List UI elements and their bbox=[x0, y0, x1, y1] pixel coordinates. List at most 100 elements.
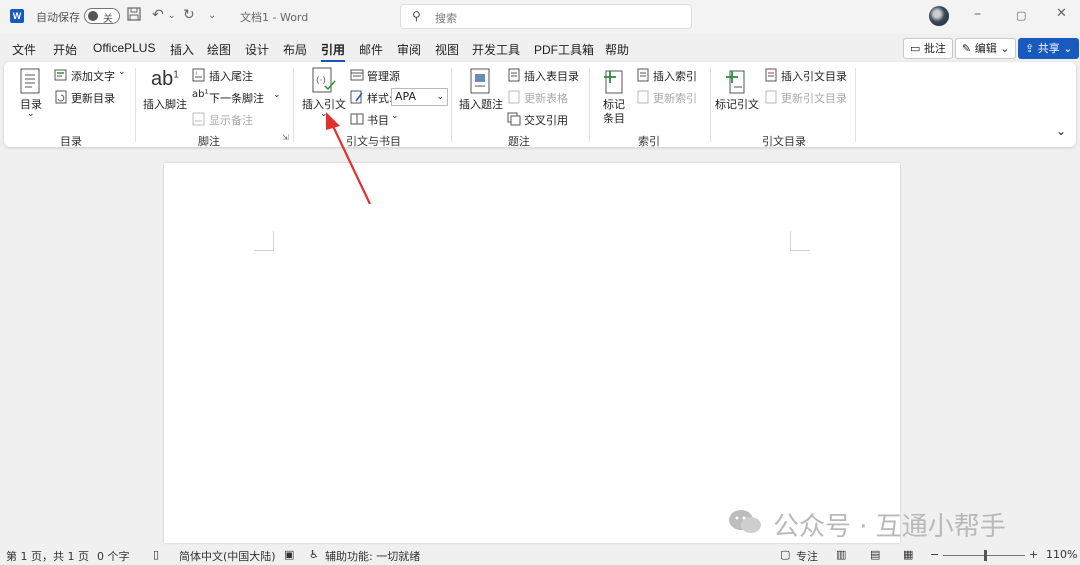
cross-reference-icon bbox=[507, 112, 521, 126]
tab-mailings[interactable]: 邮件 bbox=[359, 41, 383, 58]
zoom-in-button[interactable]: + bbox=[1029, 548, 1038, 561]
dialog-launcher-icon[interactable]: ⇲ bbox=[282, 133, 289, 142]
insert-toa-button[interactable]: 插入引文目录 bbox=[781, 68, 847, 84]
tab-help[interactable]: 帮助 bbox=[605, 41, 629, 58]
tab-view[interactable]: 视图 bbox=[435, 41, 459, 58]
proofing-icon[interactable]: ▯ bbox=[153, 548, 159, 561]
language[interactable]: 简体中文(中国大陆) bbox=[179, 548, 276, 564]
insert-table-of-figures-button[interactable]: 插入表目录 bbox=[524, 68, 579, 84]
minimize-button[interactable]: – bbox=[974, 6, 981, 22]
page-info[interactable]: 第 1 页，共 1 页 bbox=[6, 548, 89, 564]
next-footnote-icon: ab¹ bbox=[192, 89, 209, 100]
chevron-down-icon: ⌄ bbox=[1063, 42, 1073, 55]
update-toc-button[interactable]: 更新目录 bbox=[71, 90, 115, 106]
manage-sources-button[interactable]: 管理源 bbox=[367, 68, 400, 84]
tab-insert[interactable]: 插入 bbox=[170, 41, 194, 58]
redo-icon[interactable]: ↻ bbox=[183, 7, 195, 23]
style-icon bbox=[350, 90, 364, 104]
tab-draw[interactable]: 绘图 bbox=[207, 41, 231, 58]
web-layout-icon[interactable]: ▦ bbox=[903, 548, 913, 561]
text-predictions-icon[interactable]: ▣ bbox=[284, 548, 294, 561]
insert-endnote-button[interactable]: 插入尾注 bbox=[209, 68, 253, 84]
divider bbox=[451, 68, 452, 142]
tab-references[interactable]: 引用 bbox=[321, 41, 346, 62]
chevron-down-icon[interactable]: ⌄ bbox=[118, 67, 126, 77]
chevron-down-icon[interactable]: ⌄ bbox=[273, 90, 281, 100]
document-title: 文档1 - Word bbox=[240, 11, 309, 24]
footnote-icon[interactable]: ab1 bbox=[151, 68, 179, 91]
mark-entry-line2[interactable]: 条目 bbox=[603, 110, 625, 126]
chevron-down-icon: ⌄ bbox=[1000, 42, 1010, 55]
insert-index-button[interactable]: 插入索引 bbox=[653, 68, 697, 84]
update-toa-icon bbox=[764, 90, 778, 104]
tab-layout[interactable]: 布局 bbox=[283, 41, 307, 58]
show-notes-icon bbox=[192, 112, 206, 126]
zoom-level[interactable]: 110% bbox=[1046, 548, 1077, 561]
undo-dropdown-icon[interactable]: ⌄ bbox=[168, 11, 176, 21]
group-label-index: 索引 bbox=[638, 135, 660, 148]
status-bar: 第 1 页，共 1 页 0 个字 ▯ 简体中文(中国大陆) ▣ ♿ 辅助功能: … bbox=[0, 545, 1080, 565]
toc-icon[interactable] bbox=[19, 68, 43, 99]
autosave-label: 自动保存 bbox=[36, 11, 80, 24]
collapse-ribbon-icon[interactable]: ⌄ bbox=[1056, 124, 1066, 138]
ribbon: 目录 ⌄ 添加文字 ⌄ 更新目录 目录 ab1 插入脚注 i 插入尾注 ab¹ … bbox=[4, 62, 1076, 148]
search-box[interactable]: ⚲ 搜索 bbox=[400, 4, 692, 29]
tab-review[interactable]: 审阅 bbox=[397, 41, 421, 58]
mark-citation-icon[interactable] bbox=[724, 67, 750, 98]
autosave-toggle[interactable]: 关 bbox=[84, 8, 120, 25]
citation-style-value: APA bbox=[395, 90, 416, 103]
zoom-slider-thumb[interactable] bbox=[984, 550, 987, 561]
share-button[interactable]: ⇪ 共享 ⌄ bbox=[1018, 38, 1080, 59]
maximize-button[interactable]: ▢ bbox=[1016, 9, 1026, 22]
watermark-text: 公众号 · 互通小帮手 bbox=[773, 512, 1006, 542]
margin-corner-top-right bbox=[790, 231, 810, 251]
margin-corner-top-left bbox=[254, 231, 274, 251]
tab-file[interactable]: 文件 bbox=[12, 41, 36, 58]
chevron-down-icon[interactable]: ⌄ bbox=[391, 111, 399, 121]
word-count[interactable]: 0 个字 bbox=[97, 548, 130, 564]
zoom-out-button[interactable]: − bbox=[930, 548, 939, 561]
mark-entry-icon[interactable] bbox=[602, 67, 626, 98]
share-label: 共享 bbox=[1037, 42, 1060, 55]
tab-pdf-tools[interactable]: PDF工具箱 bbox=[534, 41, 594, 58]
tab-design[interactable]: 设计 bbox=[245, 41, 269, 58]
comments-button[interactable]: ▭ 批注 bbox=[903, 38, 953, 59]
insert-caption-button[interactable]: 插入题注 bbox=[459, 96, 503, 112]
next-footnote-button[interactable]: 下一条脚注 bbox=[209, 90, 264, 106]
group-label-captions: 题注 bbox=[508, 135, 530, 148]
editing-label: 编辑 bbox=[974, 42, 997, 55]
read-mode-icon[interactable]: ▥ bbox=[836, 548, 846, 561]
accessibility-status[interactable]: 辅助功能: 一切就绪 bbox=[325, 548, 420, 564]
citation-style-select[interactable]: APA ⌄ bbox=[391, 88, 448, 106]
focus-icon: ▢ bbox=[780, 548, 791, 561]
tab-home[interactable]: 开始 bbox=[53, 41, 77, 58]
insert-index-icon bbox=[636, 68, 650, 82]
update-toc-icon bbox=[54, 90, 68, 104]
update-index-icon bbox=[636, 90, 650, 104]
insert-citation-icon[interactable]: (·) bbox=[311, 67, 337, 98]
customize-toolbar-icon[interactable]: ⌄ bbox=[208, 10, 216, 21]
update-table-button: 更新表格 bbox=[524, 92, 568, 105]
document-page[interactable] bbox=[164, 163, 900, 543]
title-bar: W 自动保存 关 ↶ ⌄ ↻ ⌄ 文档1 - Word ⚲ 搜索 – ▢ ✕ bbox=[0, 0, 1080, 34]
focus-button[interactable]: 专注 bbox=[796, 548, 818, 564]
insert-footnote-button[interactable]: 插入脚注 bbox=[143, 96, 187, 112]
tab-officeplus[interactable]: OfficePLUS bbox=[93, 41, 155, 55]
undo-icon[interactable]: ↶ bbox=[152, 7, 164, 23]
cross-reference-button[interactable]: 交叉引用 bbox=[524, 112, 568, 128]
chevron-down-icon[interactable]: ⌄ bbox=[27, 109, 35, 119]
pencil-icon: ✎ bbox=[962, 42, 972, 55]
update-table-icon bbox=[507, 90, 521, 104]
insert-caption-icon[interactable] bbox=[469, 68, 493, 99]
editing-button[interactable]: ✎ 编辑 ⌄ bbox=[955, 38, 1017, 59]
add-text-button[interactable]: 添加文字 bbox=[71, 68, 115, 84]
print-layout-icon[interactable]: ▤ bbox=[870, 548, 880, 561]
save-icon[interactable] bbox=[127, 7, 141, 25]
style-label: 样式: bbox=[367, 92, 393, 105]
mark-citation-button[interactable]: 标记引文 bbox=[715, 96, 759, 112]
avatar[interactable] bbox=[929, 6, 949, 26]
close-button[interactable]: ✕ bbox=[1056, 6, 1067, 21]
show-notes-button: 显示备注 bbox=[209, 114, 253, 127]
tab-developer[interactable]: 开发工具 bbox=[472, 41, 520, 58]
divider bbox=[710, 68, 711, 142]
